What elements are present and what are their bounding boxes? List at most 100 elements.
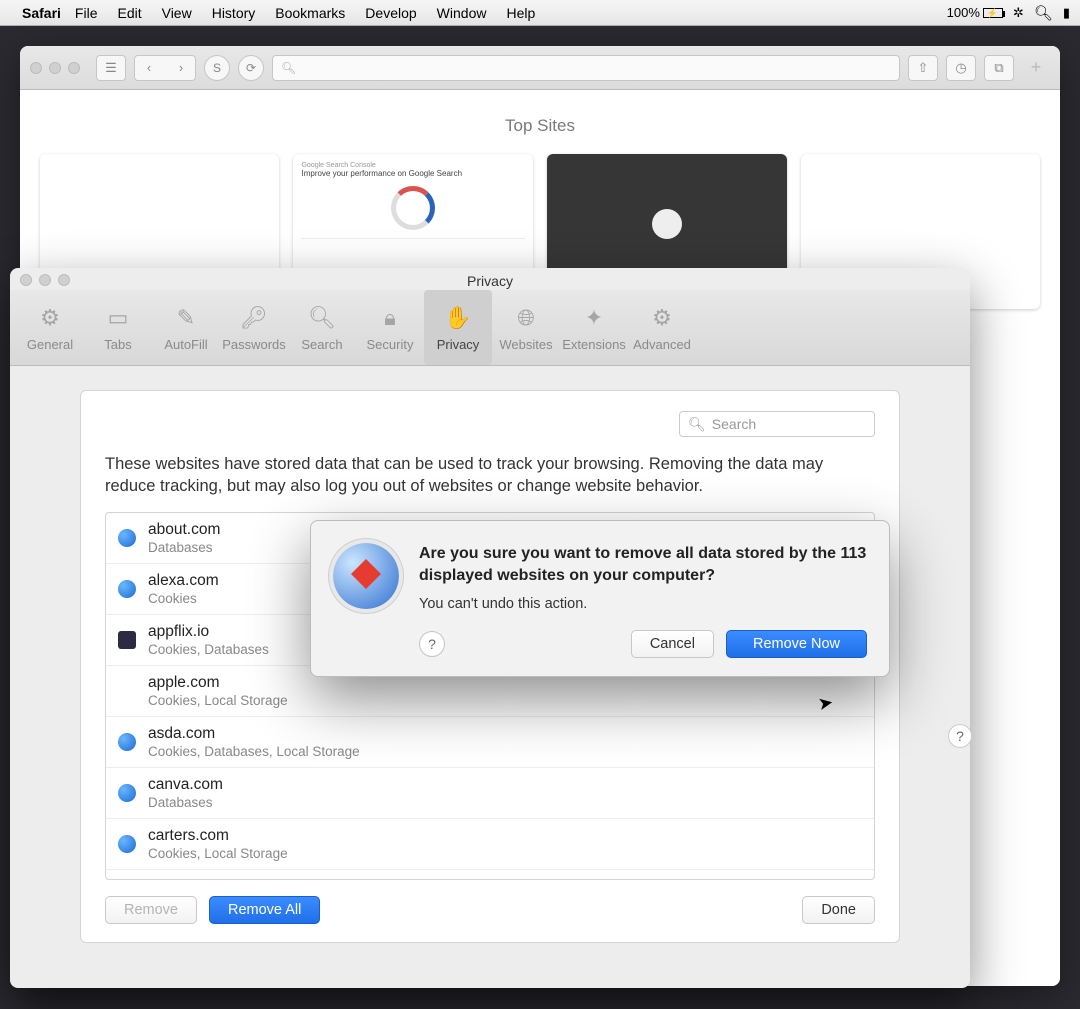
back-button[interactable]: ‹ bbox=[135, 56, 163, 80]
menu-history[interactable]: History bbox=[212, 5, 256, 21]
site-meta: Databases bbox=[148, 540, 220, 555]
tab-passwords[interactable]: 🔑︎ Passwords bbox=[220, 290, 288, 365]
site-name: alexa.com bbox=[148, 572, 219, 590]
remove-all-button[interactable]: Remove All bbox=[209, 896, 320, 924]
key-icon: 🔑︎ bbox=[239, 303, 269, 333]
minimize-window-icon[interactable] bbox=[49, 62, 61, 74]
sidebar-toggle-group: ☰ bbox=[96, 55, 126, 81]
menu-edit[interactable]: Edit bbox=[117, 5, 141, 21]
dialog-actions: ? Cancel Remove Now bbox=[419, 630, 867, 658]
tab-autofill[interactable]: ✎AutoFill bbox=[152, 290, 220, 365]
tab-label: Privacy bbox=[437, 337, 480, 352]
general-icon: ⚙ bbox=[35, 303, 65, 333]
globe-icon: 🌐︎ bbox=[511, 303, 541, 333]
site-name: carters.com bbox=[148, 827, 288, 845]
close-window-icon[interactable] bbox=[20, 274, 32, 286]
apple-icon bbox=[118, 682, 136, 700]
window-controls[interactable] bbox=[30, 62, 80, 74]
tab-label: Websites bbox=[499, 337, 552, 352]
battery-icon: ⚡ bbox=[983, 8, 1003, 18]
tab-label: General bbox=[27, 337, 73, 352]
cancel-button[interactable]: Cancel bbox=[631, 630, 714, 658]
privacy-report-icon[interactable]: S bbox=[204, 55, 230, 81]
safari-toolbar: ☰ ‹ › S ⟳ 🔍︎ ⇧ ◷ ⧉ + bbox=[20, 46, 1060, 90]
help-button[interactable]: ? bbox=[419, 631, 445, 657]
spotlight-icon[interactable]: 🔍︎ bbox=[1034, 4, 1053, 22]
hand-icon: ✋ bbox=[443, 303, 473, 333]
safari-app-icon bbox=[333, 543, 399, 609]
remove-button[interactable]: Remove bbox=[105, 896, 197, 924]
menu-view[interactable]: View bbox=[162, 5, 192, 21]
tabs-button[interactable]: ⧉ bbox=[984, 55, 1014, 81]
tab-search[interactable]: 🔍︎ Search bbox=[288, 290, 356, 365]
globe-icon bbox=[118, 580, 136, 598]
new-tab-button[interactable]: + bbox=[1022, 56, 1050, 80]
thumb-subtitle: Improve your performance on Google Searc… bbox=[301, 169, 525, 178]
menubar: Safari File Edit View History Bookmarks … bbox=[0, 0, 1080, 26]
sidebar-icon[interactable]: ☰ bbox=[97, 56, 125, 80]
list-item[interactable]: carters.comCookies, Local Storage bbox=[106, 819, 874, 870]
tabs-icon: ⧉ bbox=[985, 56, 1013, 80]
search-input[interactable]: 🔍︎ Search bbox=[679, 411, 875, 437]
zoom-window-icon[interactable] bbox=[58, 274, 70, 286]
help-button[interactable]: ? bbox=[948, 724, 972, 748]
tabs-icon: ▭ bbox=[103, 303, 133, 333]
tab-websites[interactable]: 🌐︎ Websites bbox=[492, 290, 560, 365]
lock-icon: 🔒︎ bbox=[375, 303, 405, 333]
list-item[interactable]: asda.comCookies, Databases, Local Storag… bbox=[106, 717, 874, 768]
menu-develop[interactable]: Develop bbox=[365, 5, 416, 21]
done-button[interactable]: Done bbox=[802, 896, 875, 924]
reload-icon[interactable]: ⟳ bbox=[238, 55, 264, 81]
nav-buttons: ‹ › bbox=[134, 55, 196, 81]
status-icon[interactable]: ✲ bbox=[1013, 5, 1024, 21]
site-name: appflix.io bbox=[148, 623, 269, 641]
tab-tabs[interactable]: ▭Tabs bbox=[84, 290, 152, 365]
menu-window[interactable]: Window bbox=[437, 5, 487, 21]
confirm-dialog: Are you sure you want to remove all data… bbox=[310, 520, 890, 677]
app-name[interactable]: Safari bbox=[22, 5, 61, 21]
tab-security[interactable]: 🔒︎Security bbox=[356, 290, 424, 365]
share-button[interactable]: ⇧ bbox=[908, 55, 938, 81]
forward-button[interactable]: › bbox=[167, 56, 195, 80]
search-icon: 🔍︎ bbox=[307, 303, 337, 333]
search-icon: 🔍︎ bbox=[688, 416, 706, 433]
tab-label: Passwords bbox=[222, 337, 286, 352]
site-name: asda.com bbox=[148, 725, 360, 743]
history-button[interactable]: ◷ bbox=[946, 55, 976, 81]
window-controls[interactable] bbox=[20, 274, 70, 286]
share-icon: ⇧ bbox=[909, 56, 937, 80]
link-icon bbox=[652, 209, 682, 239]
menu-help[interactable]: Help bbox=[506, 5, 535, 21]
prefs-titlebar: Privacy bbox=[10, 268, 970, 290]
ring-chart-icon bbox=[391, 186, 435, 230]
tab-privacy[interactable]: ✋ Privacy bbox=[424, 290, 492, 365]
site-name: about.com bbox=[148, 521, 220, 539]
thumb-heading: Google Search Console bbox=[301, 162, 525, 169]
tab-label: Extensions bbox=[562, 337, 626, 352]
site-name: apple.com bbox=[148, 674, 288, 692]
tab-label: Search bbox=[301, 337, 342, 352]
close-window-icon[interactable] bbox=[30, 62, 42, 74]
sheet-actions: Remove Remove All Done bbox=[105, 896, 875, 924]
battery-percent: 100% bbox=[947, 5, 980, 20]
site-meta: Cookies bbox=[148, 591, 219, 606]
tab-extensions[interactable]: ✦Extensions bbox=[560, 290, 628, 365]
pencil-icon: ✎ bbox=[171, 303, 201, 333]
globe-icon bbox=[118, 529, 136, 547]
gear-icon: ⚙ bbox=[647, 303, 677, 333]
app-icon bbox=[118, 631, 136, 649]
zoom-window-icon[interactable] bbox=[68, 62, 80, 74]
site-meta: Cookies, Local Storage bbox=[148, 693, 288, 708]
minimize-window-icon[interactable] bbox=[39, 274, 51, 286]
tab-advanced[interactable]: ⚙Advanced bbox=[628, 290, 696, 365]
remove-now-button[interactable]: Remove Now bbox=[726, 630, 867, 658]
tab-general[interactable]: ⚙ General bbox=[16, 290, 84, 365]
list-item[interactable]: canva.comDatabases bbox=[106, 768, 874, 819]
url-field[interactable]: 🔍︎ bbox=[272, 55, 900, 81]
menu-file[interactable]: File bbox=[75, 5, 98, 21]
menu-bookmarks[interactable]: Bookmarks bbox=[275, 5, 345, 21]
search-placeholder: Search bbox=[712, 416, 756, 432]
battery-status[interactable]: 100% ⚡ bbox=[947, 5, 1003, 20]
globe-icon bbox=[118, 835, 136, 853]
status-icon-2[interactable]: ▮ bbox=[1063, 5, 1070, 21]
